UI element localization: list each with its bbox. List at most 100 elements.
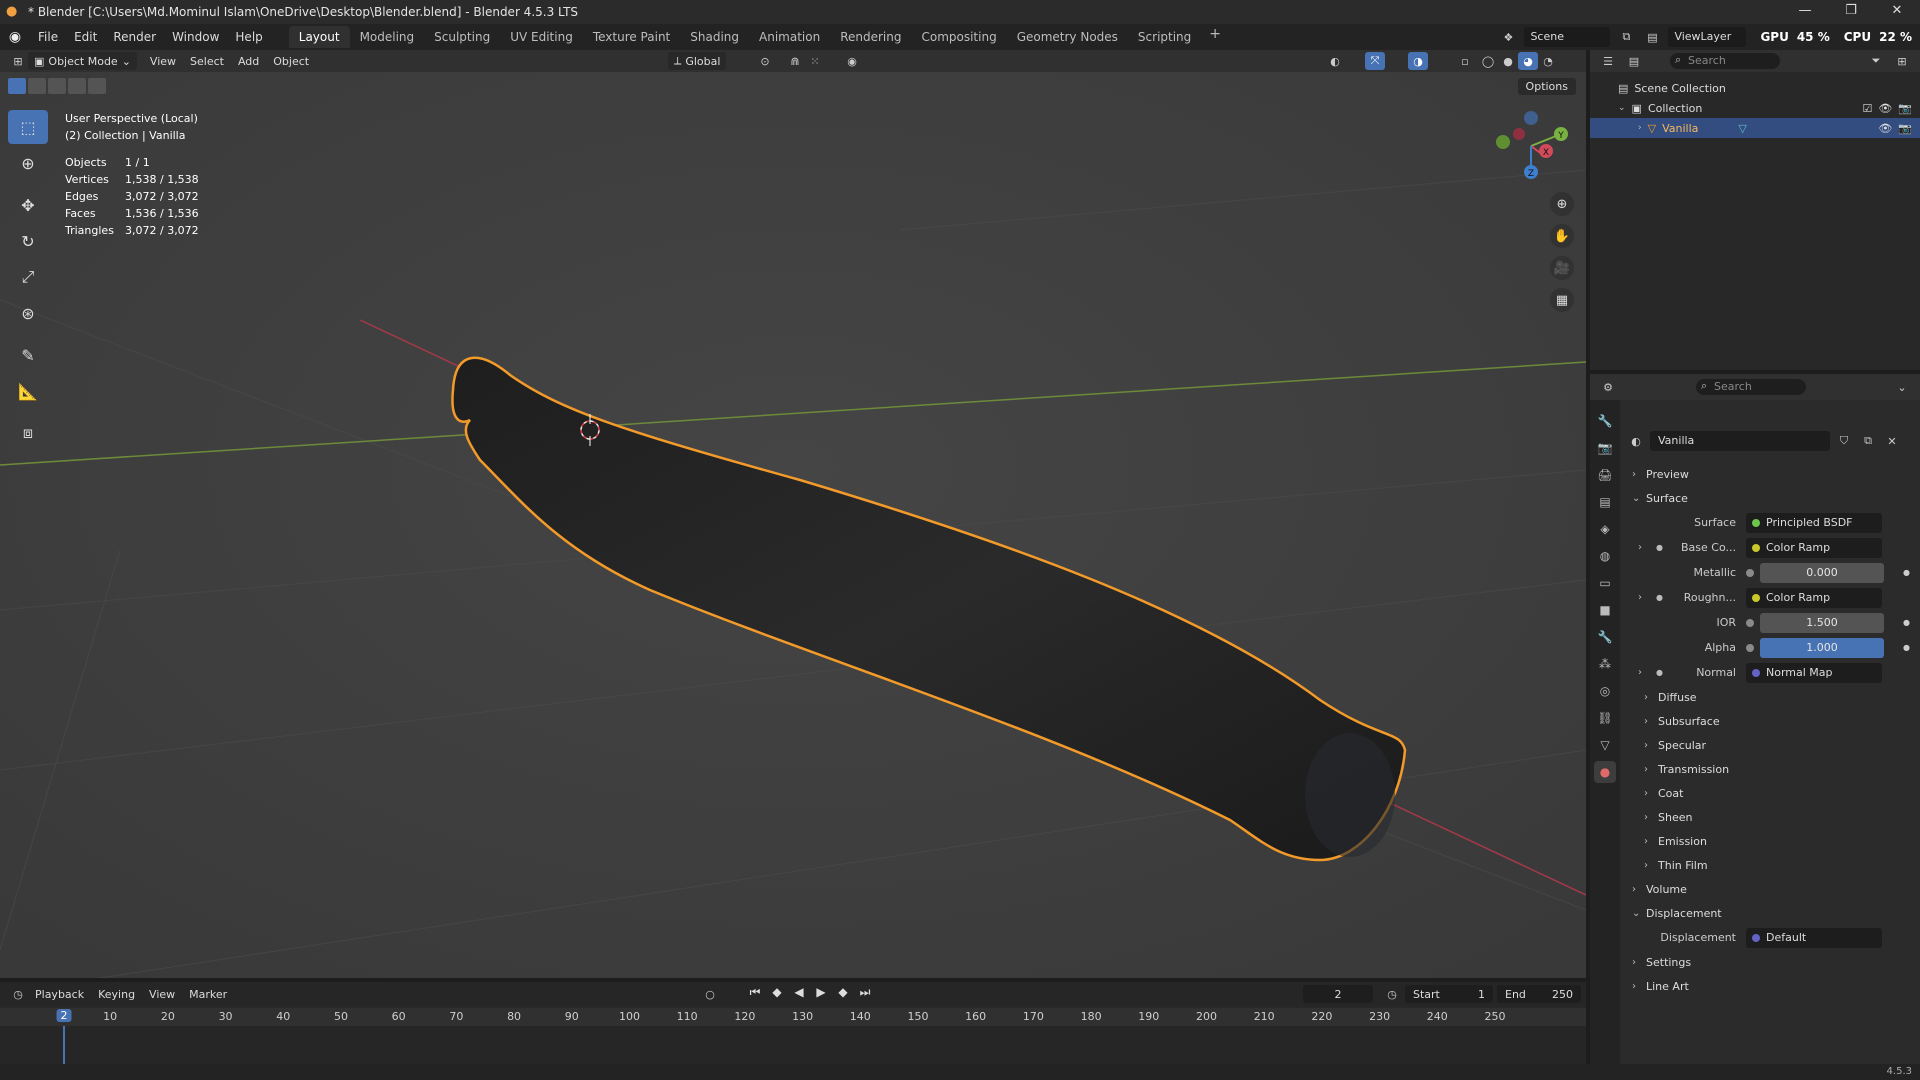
rotate-tool-icon[interactable]: ↻ xyxy=(8,224,48,258)
select-extend-icon[interactable] xyxy=(28,78,46,94)
data-tab-icon[interactable]: ▽ xyxy=(1594,734,1616,756)
tab-animation[interactable]: Animation xyxy=(749,26,830,48)
jump-start-icon[interactable]: ⏮ xyxy=(745,985,765,1000)
editor-type-icon[interactable]: ⊞ xyxy=(8,52,28,70)
menu-window[interactable]: Window xyxy=(164,30,227,44)
chevron-right-icon[interactable]: › xyxy=(1638,667,1642,678)
close-button[interactable]: ✕ xyxy=(1874,0,1920,24)
playhead-label[interactable]: 2 xyxy=(56,1009,72,1022)
object-tab-icon[interactable]: ■ xyxy=(1594,599,1616,621)
xray-icon[interactable]: ▫ xyxy=(1455,52,1475,70)
menu-select[interactable]: Select xyxy=(183,55,231,68)
subpanel-diffuse[interactable]: › Diffuse xyxy=(1626,685,1916,709)
play-icon[interactable]: ▶ xyxy=(811,985,831,1000)
playhead-line[interactable] xyxy=(63,1026,65,1064)
render-tab-icon[interactable]: 📷 xyxy=(1594,437,1616,459)
gizmo-neg-z[interactable] xyxy=(1524,111,1538,125)
new-scene-icon[interactable]: ⧉ xyxy=(1616,28,1636,46)
world-tab-icon[interactable]: ◍ xyxy=(1594,545,1616,567)
scene-selector[interactable]: Scene xyxy=(1524,27,1611,47)
subpanel-subsurface[interactable]: › Subsurface xyxy=(1626,709,1916,733)
tab-compositing[interactable]: Compositing xyxy=(911,26,1006,48)
eye-icon[interactable]: 👁 xyxy=(1878,122,1892,135)
options-button[interactable]: Options xyxy=(1517,78,1576,95)
menu-help[interactable]: Help xyxy=(227,30,270,44)
menu-object[interactable]: Object xyxy=(266,55,316,68)
outliner-editor-type-icon[interactable]: ☰ xyxy=(1598,52,1618,70)
roughness-field[interactable]: Color Ramp xyxy=(1746,587,1882,608)
surface-shader-field[interactable]: Principled BSDF xyxy=(1746,512,1882,533)
snap-icon[interactable]: ⋒ xyxy=(785,52,805,70)
end-frame-field[interactable]: End 250 xyxy=(1497,985,1581,1003)
panel-surface[interactable]: ⌄ Surface xyxy=(1626,486,1916,510)
scene-tab-icon[interactable]: ◈ xyxy=(1594,518,1616,540)
chevron-right-icon[interactable]: › xyxy=(1638,592,1642,603)
filter-icon[interactable]: ⏷ xyxy=(1866,52,1886,70)
subpanel-emission[interactable]: › Emission xyxy=(1626,829,1916,853)
fake-user-icon[interactable]: ⛉ xyxy=(1834,432,1854,450)
menu-playback[interactable]: Playback xyxy=(28,988,91,1001)
keyframe-dot-icon[interactable]: ● xyxy=(1903,568,1910,577)
material-tab-icon[interactable]: ● xyxy=(1594,761,1616,783)
scale-tool-icon[interactable]: ⤢ xyxy=(8,260,48,294)
subpanel-sheen[interactable]: › Sheen xyxy=(1626,805,1916,829)
timeline-editor-type-icon[interactable]: ◷ xyxy=(8,985,28,1003)
wireframe-shading-icon[interactable]: ◯ xyxy=(1478,52,1498,70)
play-reverse-icon[interactable]: ◀ xyxy=(789,985,809,1000)
overlay-toggle-icon[interactable]: ◑ xyxy=(1408,52,1428,70)
panel-line-art[interactable]: › Line Art xyxy=(1626,974,1916,998)
displacement-field[interactable]: Default xyxy=(1746,927,1882,948)
base-color-field[interactable]: Color Ramp xyxy=(1746,537,1882,558)
solid-shading-icon[interactable]: ● xyxy=(1498,52,1518,70)
camera-icon[interactable]: 📷 xyxy=(1898,122,1912,135)
proportional-edit-icon[interactable]: ◉ xyxy=(842,52,862,70)
zoom-icon[interactable]: ⊕ xyxy=(1550,192,1574,216)
measure-tool-icon[interactable]: 📐 xyxy=(8,374,48,408)
subpanel-coat[interactable]: › Coat xyxy=(1626,781,1916,805)
menu-timeline-view[interactable]: View xyxy=(142,988,182,1001)
rendered-shading-icon[interactable]: ◔ xyxy=(1538,52,1558,70)
tool-tab-icon[interactable]: 🔧 xyxy=(1594,410,1616,432)
eye-icon[interactable]: 👁 xyxy=(1878,102,1892,115)
auto-keying-icon[interactable]: ○ xyxy=(700,985,720,1003)
select-subtract-icon[interactable] xyxy=(48,78,66,94)
menu-file[interactable]: File xyxy=(30,30,66,44)
prev-keyframe-icon[interactable]: ◆ xyxy=(767,985,787,1000)
tab-sculpting[interactable]: Sculpting xyxy=(424,26,500,48)
unlink-material-icon[interactable]: ✕ xyxy=(1882,432,1902,450)
constraints-tab-icon[interactable]: ⛓ xyxy=(1594,707,1616,729)
outliner-row-scene-collection[interactable]: ▤ Scene Collection xyxy=(1590,78,1920,98)
mesh-data-icon[interactable]: ▽ xyxy=(1738,122,1746,135)
ior-slider[interactable]: 1.500 xyxy=(1760,612,1884,633)
modifier-tab-icon[interactable]: 🔧 xyxy=(1594,626,1616,648)
metallic-slider[interactable]: 0.000 xyxy=(1760,562,1884,583)
tab-scripting[interactable]: Scripting xyxy=(1128,26,1201,48)
alpha-slider[interactable]: 1.000 xyxy=(1760,637,1884,658)
particles-tab-icon[interactable]: ⁂ xyxy=(1594,653,1616,675)
menu-view[interactable]: View xyxy=(143,55,183,68)
select-new-icon[interactable] xyxy=(8,78,26,94)
blender-menu-icon[interactable]: ◉ xyxy=(0,29,30,45)
next-keyframe-icon[interactable]: ◆ xyxy=(833,985,853,1000)
collection-tab-icon[interactable]: ▭ xyxy=(1594,572,1616,594)
transform-orientation[interactable]: ⟂ Global xyxy=(668,52,727,70)
menu-render[interactable]: Render xyxy=(105,30,164,44)
gizmo-neg-x[interactable] xyxy=(1513,128,1525,140)
panel-volume[interactable]: › Volume xyxy=(1626,877,1916,901)
properties-editor-type-icon[interactable]: ⚙ xyxy=(1598,378,1618,396)
mode-selector[interactable]: ▣ Object Mode ⌄ xyxy=(28,52,137,70)
duplicate-material-icon[interactable]: ⧉ xyxy=(1858,432,1878,450)
physics-tab-icon[interactable]: ◎ xyxy=(1594,680,1616,702)
material-browse-icon[interactable]: ◐ xyxy=(1626,432,1646,450)
menu-marker[interactable]: Marker xyxy=(182,988,234,1001)
tab-uv-editing[interactable]: UV Editing xyxy=(500,26,583,48)
subpanel-transmission[interactable]: › Transmission xyxy=(1626,757,1916,781)
select-box-tool-icon[interactable]: ⬚ xyxy=(8,110,48,144)
material-name-field[interactable]: Vanilla xyxy=(1650,431,1830,451)
navigation-gizmo[interactable]: Y X Z xyxy=(1491,106,1571,186)
tab-layout[interactable]: Layout xyxy=(288,26,350,48)
new-collection-icon[interactable]: ⊞ xyxy=(1892,52,1912,70)
start-frame-field[interactable]: Start 1 xyxy=(1405,985,1493,1003)
chevron-down-icon[interactable]: ⌄ xyxy=(1892,378,1912,396)
camera-view-icon[interactable]: 🎥 xyxy=(1550,256,1574,280)
